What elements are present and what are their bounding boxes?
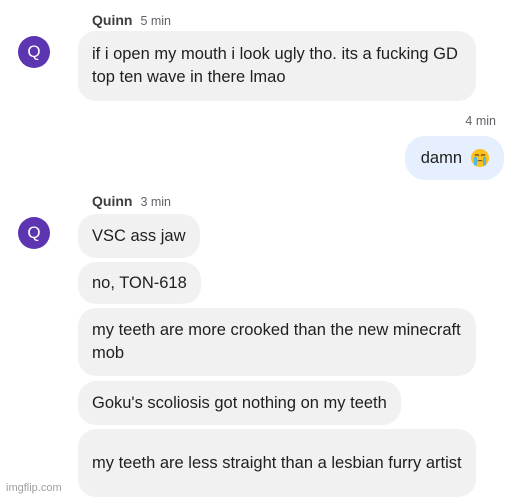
sent-timestamp: 4 min (465, 114, 496, 128)
message-bubble[interactable]: my teeth are less straight than a lesbia… (78, 429, 476, 497)
watermark: imgflip.com (6, 482, 62, 494)
message-bubble[interactable]: Goku's scoliosis got nothing on my teeth (78, 381, 401, 425)
avatar[interactable]: Q (18, 217, 50, 249)
sender-name: Quinn (92, 193, 133, 209)
message-header: Quinn 5 min (92, 12, 171, 28)
sent-message-bubble[interactable]: damn (404, 136, 504, 180)
message-timestamp: 5 min (140, 14, 172, 28)
message-header: Quinn 3 min (92, 193, 171, 209)
avatar[interactable]: Q (18, 36, 50, 68)
message-timestamp: 3 min (140, 195, 172, 209)
sent-message-text: damn (420, 148, 462, 167)
message-bubble[interactable]: VSC ass jaw (78, 214, 200, 258)
message-bubble[interactable]: if i open my mouth i look ugly tho. its … (78, 31, 476, 101)
sender-name: Quinn (92, 12, 133, 28)
message-bubble[interactable]: my teeth are more crooked than the new m… (78, 308, 476, 376)
loudly-crying-face-icon (470, 148, 490, 168)
message-bubble[interactable]: no, TON-618 (78, 262, 201, 304)
